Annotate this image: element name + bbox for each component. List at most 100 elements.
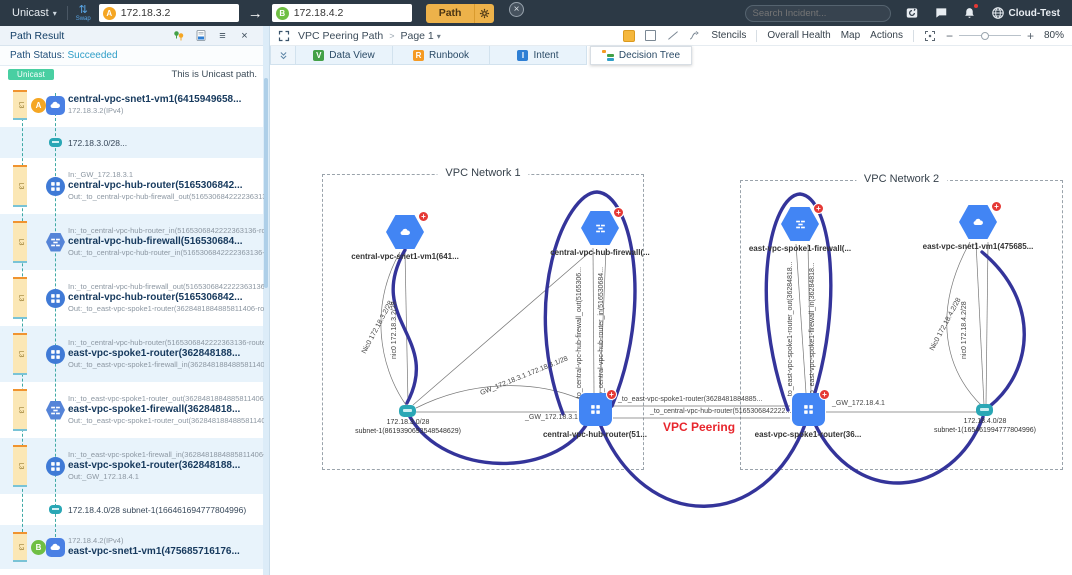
vm-icon <box>959 205 997 239</box>
path-hop-row[interactable]: L3 B 172.18.4.2(IPv4) east-vpc-snet1-vm1(47… <box>0 525 264 569</box>
alert-plus-badge: + <box>418 211 429 222</box>
tab-data-view[interactable]: V Data View <box>296 46 393 65</box>
path-settings-button[interactable] <box>474 3 495 23</box>
node-central-vpc-snet1-vm1[interactable]: + <box>386 211 429 249</box>
path-hop-row[interactable]: L3 In:_to_central-vpc-hub-firewall_out(51… <box>0 270 264 326</box>
traffic-mode-dropdown[interactable]: Unicast ▾ <box>0 7 67 19</box>
map-canvas: VPC Peering Path > Page 1 ▾ Stencils Ove… <box>270 26 1072 575</box>
collapse-tabs-button[interactable] <box>270 46 296 65</box>
path-hop-row[interactable]: L3 Acentral-vpc-snet1-vm1(6415949658... 17… <box>0 83 264 127</box>
path-button-group: Path <box>425 3 495 23</box>
router-icon <box>46 456 65 476</box>
tab-runbook[interactable]: R Runbook <box>393 46 490 65</box>
unicast-note: This is Unicast path. <box>171 69 257 80</box>
page-selector[interactable]: Page 1 ▾ <box>400 30 440 42</box>
tab-badge-icon: V <box>313 49 325 61</box>
hop-device-name[interactable]: east-vpc-spoke1-router(362848188... <box>68 460 264 473</box>
node-east-vpc-snet1-vm1[interactable]: + <box>959 201 1002 239</box>
source-ip-field: A <box>98 4 239 22</box>
swap-button[interactable]: ⇅ Swap <box>68 4 99 22</box>
close-panel-icon[interactable]: × <box>238 29 251 42</box>
notifications-button[interactable] <box>962 4 978 21</box>
close-path-bar-button[interactable]: × <box>509 2 524 17</box>
hop-device-name[interactable]: central-vpc-hub-router(5165306842... <box>68 180 264 193</box>
path-hop-row[interactable]: L3 In:_to_central-vpc-hub-router(51653068… <box>0 326 264 382</box>
source-ip-input[interactable] <box>120 7 239 19</box>
zoom-slider[interactable] <box>958 31 1021 40</box>
path-result-header: Path Result ≡ × <box>0 26 269 46</box>
menu-stencils[interactable]: Stencils <box>711 30 746 41</box>
hop-device-name[interactable]: east-vpc-spoke1-firewall(36284818... <box>68 404 264 417</box>
menu-actions[interactable]: Actions <box>870 30 903 41</box>
path-button[interactable]: Path <box>425 3 475 23</box>
tab-badge-icon: R <box>412 49 424 61</box>
path-line <box>22 93 23 557</box>
fit-screen-icon[interactable] <box>924 30 936 42</box>
node-label: 172.18.3.0/28 subnet-1(861939069354854862… <box>355 419 461 435</box>
path-hop-row[interactable]: 172.18.3.0/28... <box>0 127 264 158</box>
subnet-icon <box>46 133 65 152</box>
menu-icon[interactable]: ≡ <box>216 29 229 42</box>
path-hop-row[interactable]: L3 In:_to_east-vpc-spoke1-firewall_in(362… <box>0 438 264 494</box>
hop-device-name[interactable]: central-vpc-hub-firewall(516530684... <box>68 236 264 249</box>
node-east-vpc-spoke1-firewall[interactable]: + <box>781 203 824 241</box>
path-hop-row[interactable]: L3 In:_to_east-vpc-spoke1-router_out(3628… <box>0 382 264 438</box>
node-subnet-1-vpc2[interactable] <box>976 404 993 416</box>
hop-device-name[interactable]: central-vpc-hub-router(5165306842... <box>68 292 264 305</box>
shape-tool-icon[interactable] <box>645 30 657 41</box>
divider <box>912 29 914 42</box>
path-hop-row[interactable]: L3 In:_GW_172.18.3.1 central-vpc-hub-route… <box>0 158 264 214</box>
zoom-in-button[interactable]: + <box>1027 30 1034 42</box>
expand-icon[interactable] <box>278 30 290 42</box>
line-tool-icon[interactable] <box>666 30 678 42</box>
gear-icon <box>480 8 490 18</box>
node-central-vpc-hub-firewall[interactable]: + <box>581 207 624 245</box>
hop-device-name[interactable]: east-vpc-snet1-vm1(475685716176... <box>68 546 240 559</box>
tab-decision-tree[interactable]: Decision Tree <box>590 46 692 65</box>
endpoint-a-icon: A <box>31 97 46 113</box>
canvas-toolbar: Stencils Overall Health Map Actions − + … <box>623 29 1064 42</box>
edge-label: nic0 172.18.3.2/28 <box>391 301 398 359</box>
path-hop-row[interactable]: L3 In:_to_central-vpc-hub-router_in(51653… <box>0 214 264 270</box>
chevron-down-icon: ▾ <box>436 31 441 41</box>
node-label: central-vpc-hub-firewall(... <box>550 248 650 257</box>
unicast-badge: Unicast <box>8 69 55 80</box>
node-subnet-1-vpc1[interactable] <box>399 405 416 417</box>
topbar: Unicast ▾ ⇅ Swap A → B Path × <box>0 0 1072 26</box>
hop-device-name[interactable]: central-vpc-snet1-vm1(6415949658... <box>68 94 241 107</box>
subnet-icon <box>46 500 65 519</box>
canvas-header: VPC Peering Path > Page 1 ▾ Stencils Ove… <box>270 26 1072 46</box>
incident-search-input[interactable] <box>752 7 885 19</box>
account-menu[interactable]: Cloud-Test <box>991 6 1060 20</box>
menu-overall-health[interactable]: Overall Health <box>767 30 830 41</box>
zoom-control: − + <box>946 30 1034 42</box>
subnet-icon <box>399 405 416 417</box>
zoom-out-button[interactable]: − <box>946 30 953 42</box>
chat-button[interactable] <box>933 5 949 21</box>
zoom-slider-thumb[interactable] <box>980 31 989 40</box>
node-central-vpc-hub-router[interactable]: + <box>579 389 617 426</box>
tab-intent[interactable]: I Intent <box>490 46 587 65</box>
breadcrumb[interactable]: VPC Peering Path <box>298 30 383 42</box>
destination-ip-input[interactable] <box>293 7 412 19</box>
node-east-vpc-spoke1-router[interactable]: + <box>792 389 830 426</box>
layer-tag: L3 <box>13 445 27 487</box>
source-badge-icon: A <box>102 6 116 20</box>
edge-label: _to_central-vpc-hub-firewall_out(5165306… <box>576 266 583 402</box>
hop-device-name[interactable]: east-vpc-spoke1-router(362848188... <box>68 348 264 361</box>
curve-tool-icon[interactable] <box>688 30 701 42</box>
firewall-icon <box>46 400 65 420</box>
note-tool-icon[interactable] <box>623 29 636 42</box>
edge-label: _to_central-vpc-hub-router_in(516530684.… <box>598 266 605 402</box>
screen-share-button[interactable] <box>904 5 920 21</box>
edge-label: _to_east-vpc-spoke1-router_out(36284818.… <box>787 261 794 400</box>
zoom-level: 80% <box>1043 30 1064 41</box>
path-pins-icon[interactable] <box>172 29 185 42</box>
export-log-icon[interactable] <box>194 29 207 42</box>
incident-search <box>744 4 891 22</box>
menu-map[interactable]: Map <box>841 30 860 41</box>
chat-bubble-icon <box>935 8 946 18</box>
path-hop-row[interactable]: 172.18.4.0/28 subnet-1(16646169477780499… <box>0 494 264 525</box>
layer-tag: L3 <box>13 165 27 207</box>
swap-label: Swap <box>75 15 91 22</box>
